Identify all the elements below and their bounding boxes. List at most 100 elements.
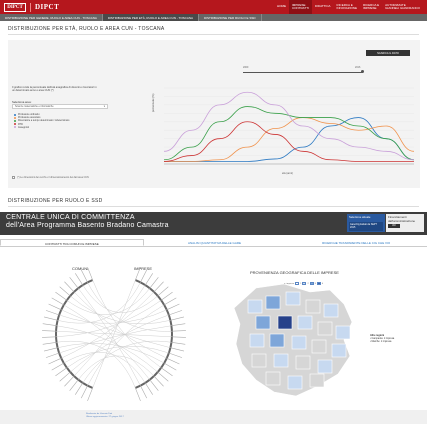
chord-node-impresa[interactable] [166,303,180,311]
chord-node-comune[interactable] [42,323,57,327]
municipality[interactable] [265,295,281,310]
municipality[interactable] [331,343,347,358]
chord-node-impresa[interactable] [166,357,180,365]
municipality[interactable] [249,333,265,348]
chord-node-comune[interactable] [64,281,75,293]
cun-checkbox[interactable] [12,176,15,179]
chord-node-comune[interactable] [59,286,71,297]
cuc-tab[interactable]: ANALISI QUANTITATIVA DELLE GARE [144,239,286,246]
chord-node-comune[interactable] [59,371,71,382]
logo[interactable]: DIPCT DIPCT [4,0,59,14]
municipality[interactable] [287,375,303,390]
cun-checkbox-row[interactable]: (*) Le dimensioni dei cerchi e il dimens… [12,176,89,179]
chord-node-impresa[interactable] [168,352,183,358]
chord-node-comune[interactable] [45,310,60,316]
municipality[interactable] [269,333,285,348]
chord-node-impresa[interactable] [164,362,177,371]
basilicata-map[interactable] [226,282,366,400]
chord-node-impresa[interactable] [171,323,186,327]
chord-node-comune[interactable] [55,291,67,301]
cuc-tab[interactable]: RICERCHE TRASPARENTE DELLE CIG CHE VOI [285,239,427,246]
chord-node-impresa[interactable] [168,310,183,316]
chord-node-impresa[interactable] [164,297,177,306]
municipality[interactable] [285,291,301,306]
chord-node-impresa[interactable] [153,375,164,387]
chord-link[interactable] [87,304,165,386]
chord-node-comune[interactable] [55,367,67,377]
chord-link[interactable] [92,279,162,368]
chord-node-comune[interactable] [80,385,88,399]
municipality[interactable] [317,359,333,374]
nav-item[interactable]: RICERCA E IMPRESE [360,0,382,14]
finanziamenti-button[interactable]: VAI [388,224,400,228]
municipality[interactable] [309,373,325,388]
chord-node-comune[interactable] [42,341,57,345]
selezione-box[interactable]: Selezione attuale Gare/Cig Esitati da SE… [347,214,385,232]
municipality[interactable] [305,299,321,314]
chord-node-impresa[interactable] [170,347,185,352]
chord-node-impresa[interactable] [140,385,148,399]
municipality[interactable] [323,303,339,318]
area-select[interactable]: Scienze matematiche e informatiche ▾ [12,104,108,109]
chord-node-comune[interactable] [48,357,62,365]
nav-item[interactable]: RICERCA E INNOVAZIONE [334,0,360,14]
chord-link[interactable] [56,330,172,338]
chord-node-impresa[interactable] [144,382,153,395]
chord-node-comune[interactable] [42,336,57,338]
municipality[interactable] [251,353,267,368]
legend-item[interactable]: Assegnisti [14,126,69,129]
chord-node-comune[interactable] [87,387,93,402]
chord-link[interactable] [61,291,155,359]
municipality[interactable] [273,353,289,368]
chord-node-comune[interactable] [75,382,84,395]
chord-node-impresa[interactable] [149,379,159,391]
chord-node-impresa[interactable] [135,387,141,402]
section-tab[interactable]: DISTRIBUZIONE PER ETÀ, RUOLO E AREA CUN … [102,14,199,21]
municipality[interactable] [297,315,313,330]
chord-node-comune[interactable] [43,316,58,321]
chord-node-comune[interactable] [87,266,93,281]
chord-node-impresa[interactable] [153,281,164,293]
municipality[interactable] [277,315,293,330]
municipality[interactable] [291,335,307,350]
chord-node-impresa[interactable] [171,336,186,338]
chord-node-comune[interactable] [75,273,84,286]
chord-node-impresa[interactable] [171,330,186,332]
chord-node-comune[interactable] [43,347,58,352]
chord-node-comune[interactable] [45,352,60,358]
municipality[interactable] [265,371,281,386]
municipality[interactable] [311,339,327,354]
chord-node-comune[interactable] [69,277,79,289]
municipality[interactable] [247,299,263,314]
municipality[interactable] [335,325,351,340]
chord-node-impresa[interactable] [157,371,169,382]
chord-node-impresa[interactable] [149,277,159,289]
chord-node-impresa[interactable] [171,341,186,345]
chord-node-impresa[interactable] [170,316,185,321]
cuc-tab[interactable]: CONTRATTI TRA COMUNI E IMPRESE [0,239,144,246]
chord-node-impresa[interactable] [161,291,173,301]
chord-node-comune[interactable] [51,362,64,371]
section-tab[interactable]: DISTRIBUZIONE PER RUOLO E SSD [199,14,262,21]
chord-link[interactable] [78,355,155,380]
nav-item[interactable]: AUTORIZZATE GIANNELI GIANFRANCO [382,0,423,14]
chord-node-impresa[interactable] [157,286,169,297]
chord-node-comune[interactable] [48,303,62,311]
chord-node-impresa[interactable] [140,269,148,283]
chord-node-impresa[interactable] [144,273,153,286]
series-line[interactable] [163,91,415,161]
chord-node-comune[interactable] [51,297,64,306]
section-tab[interactable]: DISTRIBUZIONE PER GENERE, RUOLO E AREA C… [0,14,103,21]
chord-node-impresa[interactable] [161,367,173,377]
municipality[interactable] [317,321,333,336]
nav-item[interactable]: HOME [274,0,289,14]
nav-item[interactable]: IMPRESE CONTRATTI [288,0,312,14]
chord-node-comune[interactable] [69,379,79,391]
chord-node-comune[interactable] [64,375,75,387]
municipality[interactable] [255,315,271,330]
municipality[interactable] [295,355,311,370]
chord-link[interactable] [82,284,158,313]
slider-handle[interactable] [361,70,364,73]
download-button[interactable]: SCARICA IL DATO [366,50,410,56]
year-slider[interactable] [243,72,363,73]
